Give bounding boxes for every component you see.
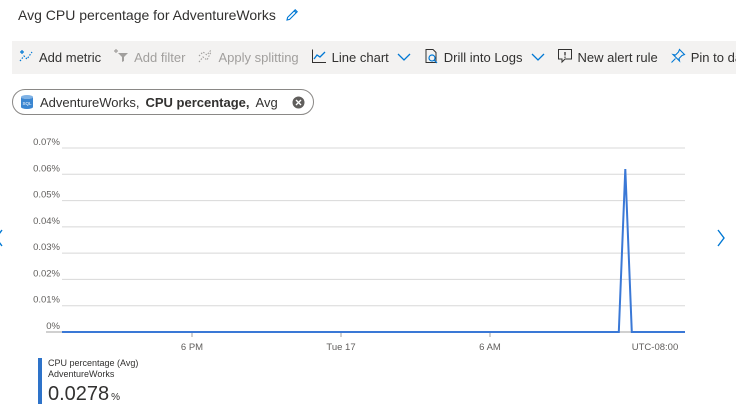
pill-metric: CPU percentage,	[145, 94, 250, 110]
svg-text:SQL: SQL	[22, 101, 32, 106]
add-filter-label: Add filter	[134, 50, 186, 65]
series-line[interactable]	[62, 168, 685, 333]
legend-resource: AdventureWorks	[48, 369, 115, 379]
chevron-down-icon	[397, 50, 411, 65]
chart-title-row: Avg CPU percentage for AdventureWorks	[18, 7, 300, 23]
x-tick-label: 6 PM	[181, 342, 203, 353]
new-alert-rule-button[interactable]: New alert rule	[551, 41, 664, 74]
chevron-right-icon[interactable]	[716, 229, 726, 252]
drill-into-logs-dropdown[interactable]: Drill into Logs	[417, 41, 551, 74]
pin-icon	[670, 48, 686, 67]
line-chart: 0.07% 0.06% 0.05% 0.04% 0.03% 0.02% 0.01% 0% 6 P…	[33, 137, 685, 353]
logs-icon	[423, 48, 439, 67]
chart-title: Avg CPU percentage for AdventureWorks	[18, 7, 276, 23]
apply-splitting-label: Apply splitting	[218, 50, 299, 65]
y-tick-label: 0.05%	[33, 190, 60, 201]
chevron-left-icon[interactable]	[0, 229, 4, 252]
chevron-down-icon	[531, 50, 545, 65]
chart-legend[interactable]: CPU percentage (Avg) AdventureWorks 0.02…	[38, 358, 138, 410]
add-metric-label: Add metric	[39, 50, 102, 65]
line-chart-icon	[311, 48, 327, 67]
x-tick-label: Tue 17	[326, 342, 355, 353]
y-tick-label: 0.02%	[33, 268, 60, 279]
apply-splitting-button[interactable]: Apply splitting	[191, 41, 304, 74]
pin-to-dashboard-button[interactable]: Pin to dashbo	[664, 41, 736, 74]
legend-value: 0.0278	[48, 383, 110, 405]
chart-toolbar: Add metric Add filter Apply splitting Li…	[12, 41, 736, 74]
y-tick-label: 0.07%	[33, 137, 60, 148]
drill-into-logs-label: Drill into Logs	[443, 50, 523, 65]
legend-color-swatch	[38, 358, 42, 404]
filter-icon	[113, 48, 129, 67]
edit-title-icon[interactable]	[284, 7, 300, 23]
y-tick-label: 0.01%	[33, 295, 60, 306]
x-tick-label: 6 AM	[479, 342, 501, 353]
pill-aggregation: Avg	[255, 94, 278, 110]
y-tick-label: 0.03%	[33, 242, 60, 253]
metric-pill[interactable]: SQL AdventureWorks, CPU percentage, Avg	[12, 89, 314, 115]
chart-type-dropdown[interactable]: Line chart	[305, 41, 417, 74]
legend-metric: CPU percentage (Avg)	[48, 358, 139, 368]
alert-icon	[557, 48, 573, 67]
y-tick-label: 0%	[46, 321, 60, 332]
splitting-icon	[197, 48, 213, 67]
legend-value-row: 0.0278%	[48, 382, 138, 410]
remove-metric-icon[interactable]	[292, 96, 305, 109]
pill-resource: AdventureWorks,	[40, 94, 140, 110]
add-metric-button[interactable]: Add metric	[12, 41, 107, 74]
line-chart-label: Line chart	[331, 50, 389, 65]
add-filter-button[interactable]: Add filter	[107, 41, 191, 74]
pin-to-dashboard-label: Pin to dashbo	[690, 50, 736, 65]
metrics-blade: Avg CPU percentage for AdventureWorks Ad…	[0, 0, 736, 416]
add-metric-icon	[18, 48, 34, 67]
y-tick-label: 0.04%	[33, 216, 60, 227]
y-tick-label: 0.06%	[33, 163, 60, 174]
legend-unit: %	[111, 392, 121, 403]
new-alert-rule-label: New alert rule	[577, 50, 658, 65]
sql-database-icon: SQL	[20, 94, 34, 110]
x-tick-label: UTC-08:00	[632, 342, 678, 353]
